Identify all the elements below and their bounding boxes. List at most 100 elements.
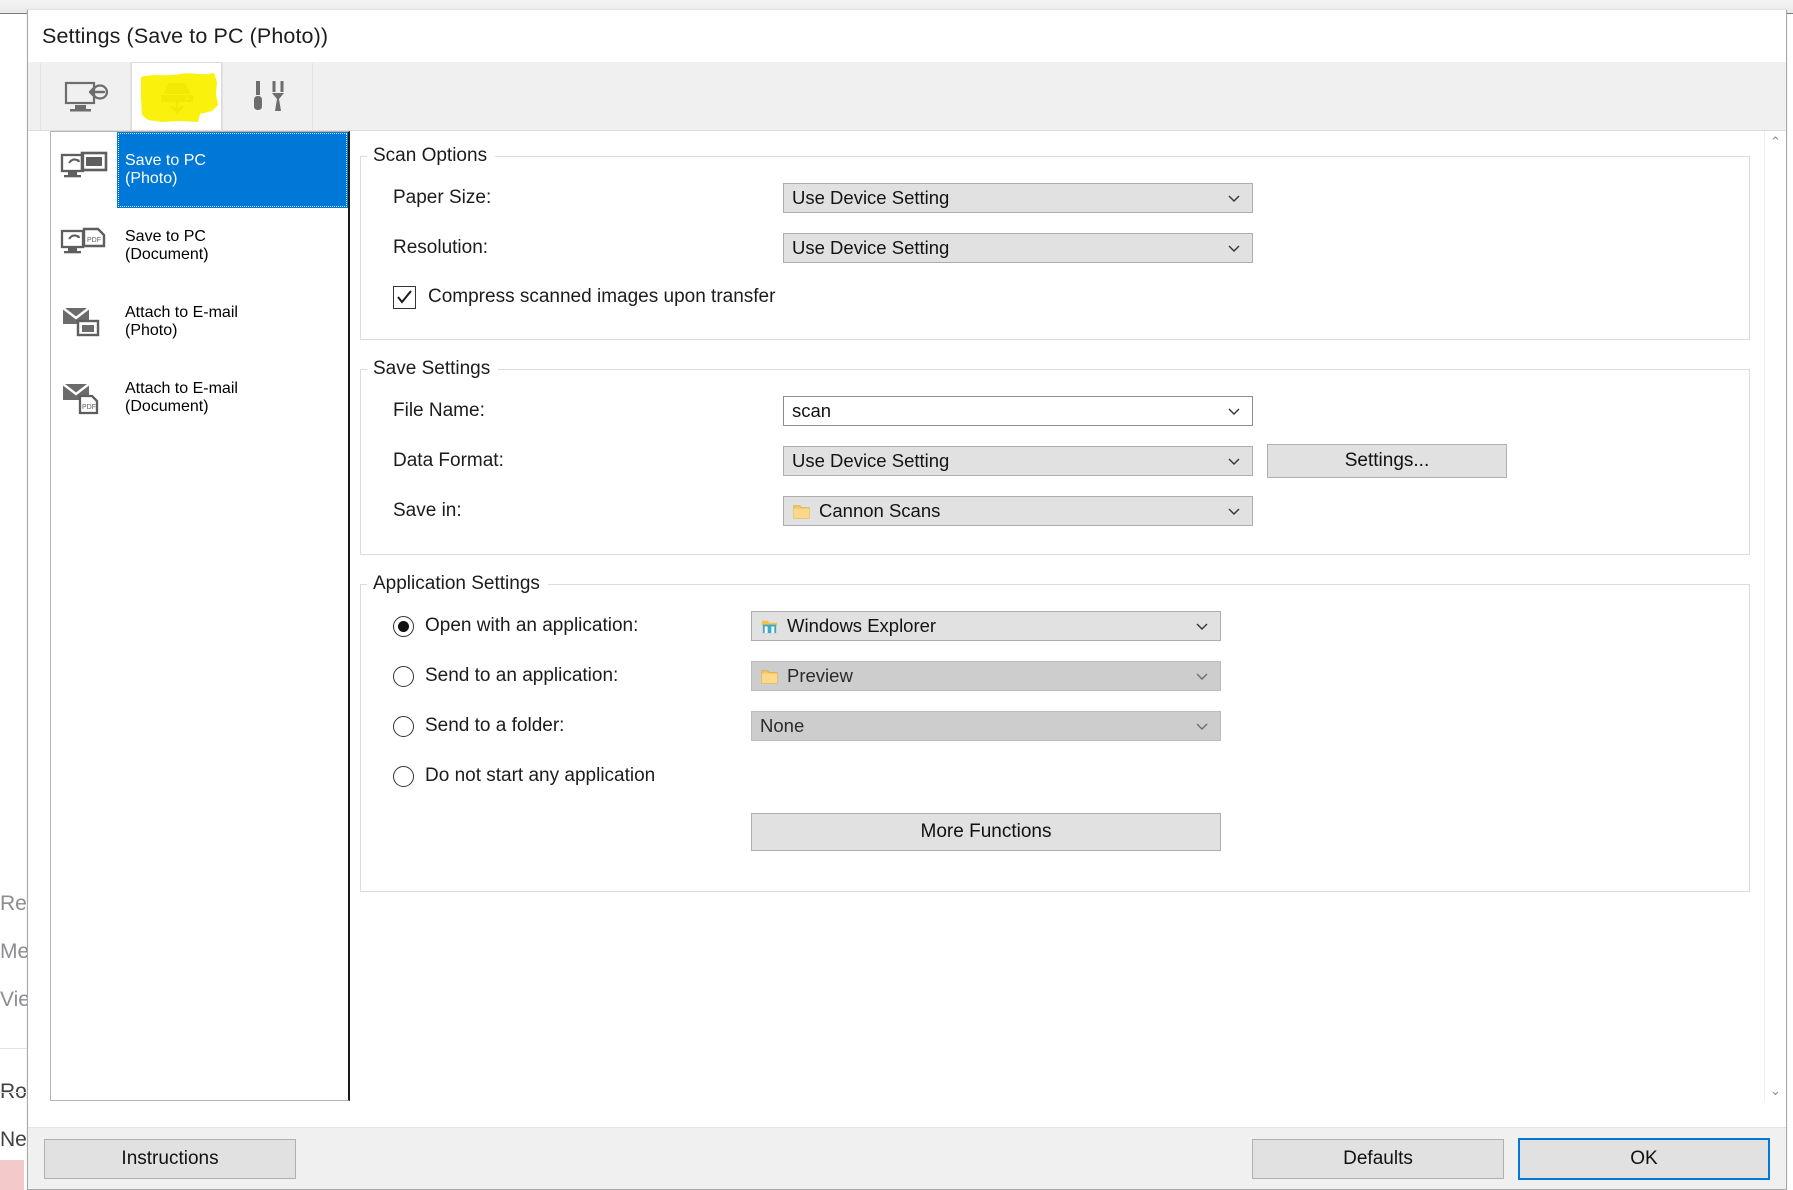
sidebar-item-label-line1: Save to PC xyxy=(125,152,206,170)
application-settings-legend: Application Settings xyxy=(367,573,548,595)
more-functions-button[interactable]: More Functions xyxy=(751,813,1221,851)
envelope-pdf-icon: PDF xyxy=(51,360,117,436)
background-pink-bar xyxy=(0,1160,24,1190)
open-with-application-label-wrap: Open with an application: xyxy=(393,615,751,637)
send-to-folder-select[interactable]: None xyxy=(751,711,1221,741)
sidebar-item-label-line2: (Photo) xyxy=(125,170,206,188)
file-name-label: File Name: xyxy=(393,400,783,422)
defaults-button[interactable]: Defaults xyxy=(1252,1139,1504,1179)
sidebar-item-save-to-pc-photo[interactable]: Save to PC (Photo) xyxy=(51,132,348,208)
tools-icon xyxy=(246,79,290,115)
svg-text:PDF: PDF xyxy=(87,237,101,244)
chevron-down-icon xyxy=(1194,668,1210,684)
chevron-down-icon xyxy=(1194,718,1210,734)
sidebar-item-attach-to-email-document[interactable]: PDF Attach to E-mail (Document) xyxy=(51,360,348,436)
chevron-down-icon xyxy=(1226,240,1242,256)
data-format-select[interactable]: Use Device Setting xyxy=(783,446,1253,476)
send-to-application-row[interactable]: Send to an application: Preview xyxy=(361,651,1749,701)
resolution-select[interactable]: Use Device Setting xyxy=(783,233,1253,263)
file-name-value: scan xyxy=(792,400,831,422)
radio-dot xyxy=(398,621,409,632)
settings-content-pane: Scan Options Paper Size: Use Device Sett… xyxy=(350,131,1786,1127)
folder-icon xyxy=(792,502,811,521)
sidebar-item-label-line1: Attach to E-mail xyxy=(125,304,238,322)
dialog-titlebar: Settings (Save to PC (Photo)) xyxy=(28,10,1786,62)
data-format-settings-button[interactable]: Settings... xyxy=(1267,444,1507,478)
save-in-select[interactable]: Cannon Scans xyxy=(783,496,1253,526)
tab-scan-from-pc[interactable] xyxy=(40,63,131,130)
chevron-down-icon xyxy=(1226,403,1242,419)
folder-icon xyxy=(760,667,779,686)
save-settings-group: Save Settings File Name: scan Data Forma… xyxy=(360,358,1750,555)
tab-scan-from-scanner[interactable] xyxy=(131,62,222,130)
open-with-application-select[interactable]: Windows Explorer xyxy=(751,611,1221,641)
file-name-row: File Name: scan xyxy=(361,386,1749,436)
dialog-footer: Instructions Defaults OK xyxy=(28,1127,1786,1189)
scan-function-list: Save to PC (Photo) PDF xyxy=(50,131,350,1101)
content-scrollbar[interactable]: ⌃ ⌄ xyxy=(1764,131,1786,1101)
do-not-start-application-label: Do not start any application xyxy=(425,765,655,787)
do-not-start-application-row[interactable]: Do not start any application xyxy=(361,751,1749,801)
sidebar-item-save-to-pc-document[interactable]: PDF Save to PC (Document) xyxy=(51,208,348,284)
instructions-button[interactable]: Instructions xyxy=(44,1139,296,1179)
save-in-label: Save in: xyxy=(393,500,783,522)
monitor-arrow-icon xyxy=(64,80,108,114)
resolution-value: Use Device Setting xyxy=(792,237,949,259)
send-to-folder-radio[interactable] xyxy=(393,716,414,737)
save-in-value: Cannon Scans xyxy=(819,500,940,522)
scroll-up-arrow-icon[interactable]: ⌃ xyxy=(1770,135,1781,148)
sidebar-item-attach-to-email-photo[interactable]: Attach to E-mail (Photo) xyxy=(51,284,348,360)
paper-size-select[interactable]: Use Device Setting xyxy=(783,183,1253,213)
sidebar-item-label-wrap: Save to PC (Photo) xyxy=(117,132,348,208)
send-to-folder-value: None xyxy=(760,715,804,737)
scanner-download-icon xyxy=(153,77,201,117)
save-settings-legend: Save Settings xyxy=(367,358,498,380)
file-name-input[interactable]: scan xyxy=(783,396,1253,426)
open-with-application-label: Open with an application: xyxy=(425,615,638,637)
data-format-row: Data Format: Use Device Setting Settings… xyxy=(361,436,1749,486)
send-to-application-label: Send to an application: xyxy=(425,665,618,687)
paper-size-value: Use Device Setting xyxy=(792,187,949,209)
tab-strip xyxy=(28,62,1786,131)
chevron-down-icon xyxy=(1226,190,1242,206)
chevron-down-icon xyxy=(1226,503,1242,519)
sidebar-item-label-line2: (Document) xyxy=(125,398,238,416)
svg-text:PDF: PDF xyxy=(82,404,96,411)
data-format-label: Data Format: xyxy=(393,450,783,472)
dialog-title: Settings (Save to PC (Photo)) xyxy=(42,24,328,49)
envelope-photo-icon xyxy=(51,284,117,360)
send-to-folder-label-wrap: Send to a folder: xyxy=(393,715,751,737)
sidebar-item-label-wrap: Save to PC (Document) xyxy=(117,208,348,284)
scroll-down-arrow-icon[interactable]: ⌄ xyxy=(1770,1084,1781,1097)
open-with-application-value: Windows Explorer xyxy=(787,615,936,637)
resolution-label: Resolution: xyxy=(393,237,783,259)
compress-label: Compress scanned images upon transfer xyxy=(428,286,775,308)
dialog-body: Save to PC (Photo) PDF xyxy=(28,131,1786,1127)
send-to-application-select[interactable]: Preview xyxy=(751,661,1221,691)
send-to-folder-label: Send to a folder: xyxy=(425,715,564,737)
monitor-photo-icon xyxy=(51,132,117,208)
do-not-start-application-radio[interactable] xyxy=(393,766,414,787)
sidebar-item-label-wrap: Attach to E-mail (Photo) xyxy=(117,284,348,360)
checkmark-icon xyxy=(396,289,413,306)
open-with-application-row[interactable]: Open with an application: Windows Explor… xyxy=(361,601,1749,651)
do-not-start-application-label-wrap: Do not start any application xyxy=(393,765,993,787)
resolution-row: Resolution: Use Device Setting xyxy=(361,223,1749,273)
send-to-folder-row[interactable]: Send to a folder: None xyxy=(361,701,1749,751)
chevron-down-icon xyxy=(1226,453,1242,469)
compress-row[interactable]: Compress scanned images upon transfer xyxy=(361,273,1749,321)
sidebar-item-label-line1: Save to PC xyxy=(125,228,209,246)
scan-options-group: Scan Options Paper Size: Use Device Sett… xyxy=(360,145,1750,340)
send-to-application-label-wrap: Send to an application: xyxy=(393,665,751,687)
tab-general-settings[interactable] xyxy=(222,63,313,130)
monitor-pdf-icon: PDF xyxy=(51,208,117,284)
more-functions-row: More Functions xyxy=(361,801,1749,863)
paper-size-label: Paper Size: xyxy=(393,187,783,209)
application-settings-group: Application Settings Open with an applic… xyxy=(360,573,1750,892)
compress-checkbox[interactable] xyxy=(393,286,416,309)
sidebar-item-label-line1: Attach to E-mail xyxy=(125,380,238,398)
send-to-application-radio[interactable] xyxy=(393,666,414,687)
ok-button[interactable]: OK xyxy=(1518,1138,1770,1180)
save-in-row: Save in: Cannon Scans xyxy=(361,486,1749,536)
open-with-application-radio[interactable] xyxy=(393,616,414,637)
